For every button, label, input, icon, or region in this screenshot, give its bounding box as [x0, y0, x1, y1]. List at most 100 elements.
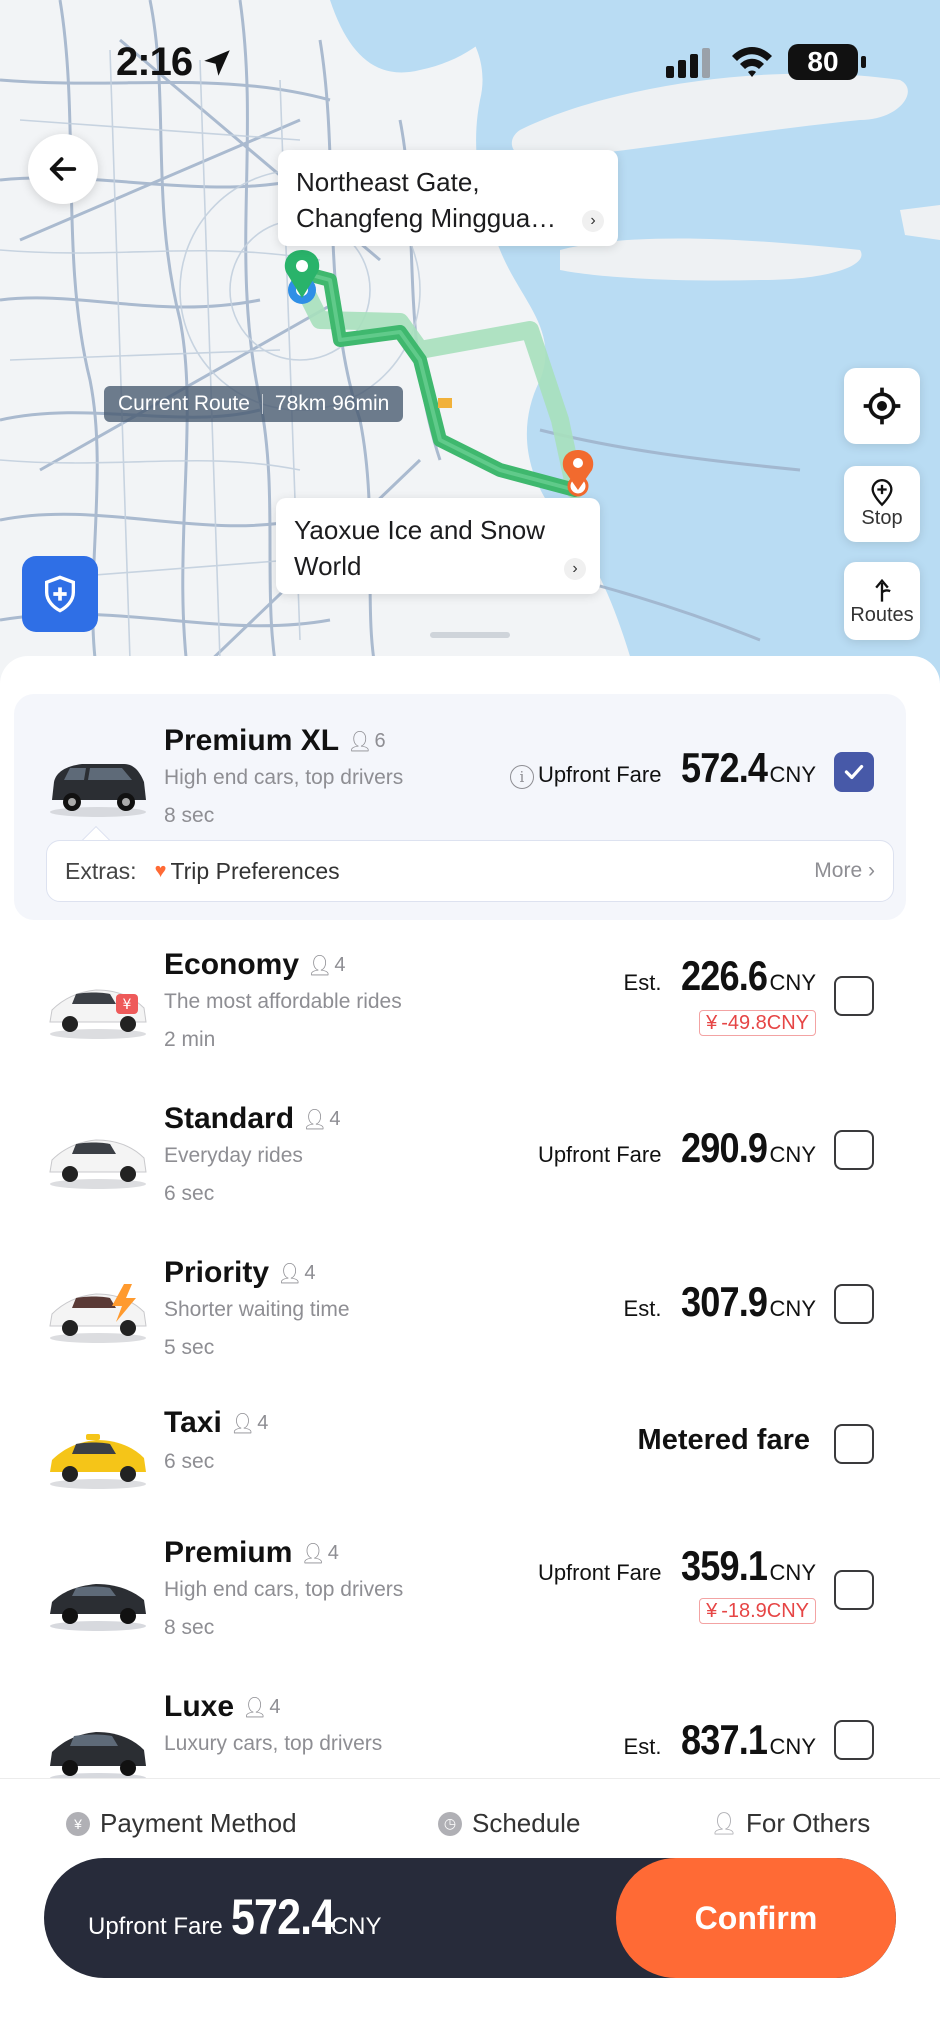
- metered-fare-label: Metered fare: [637, 1424, 810, 1456]
- ride-eta: 6 sec: [164, 1182, 215, 1205]
- confirm-button[interactable]: Confirm: [616, 1858, 896, 1978]
- add-stop-button[interactable]: Stop: [844, 466, 920, 542]
- ride-price: Est. 837.1 CNY: [624, 1716, 816, 1764]
- ride-option-premium-xl[interactable]: Premium XL 👤︎ 6 High end cars, top driver…: [0, 710, 940, 830]
- ride-name-text: Priority: [164, 1256, 270, 1289]
- price-currency: CNY: [769, 1560, 816, 1585]
- origin-callout[interactable]: Northeast Gate, Changfeng Minggua… ›: [278, 150, 618, 246]
- ride-price: Est. 226.6 CNY: [624, 952, 816, 1000]
- price-prefix: Upfront Fare: [537, 1560, 662, 1585]
- person-icon: 👤︎: [242, 1696, 268, 1719]
- ride-checkbox[interactable]: [834, 1130, 874, 1170]
- ride-eta: 6 sec: [164, 1450, 215, 1473]
- origin-label: Northeast Gate, Changfeng Minggua…: [296, 167, 557, 233]
- schedule-button[interactable]: ◷ Schedule: [438, 1808, 580, 1839]
- for-others-button[interactable]: 👤︎ For Others: [710, 1808, 871, 1839]
- ride-checkbox[interactable]: [834, 1424, 874, 1464]
- ride-name: Economy 👤︎ 4: [164, 948, 346, 982]
- ride-checkbox[interactable]: [834, 752, 874, 792]
- pin-plus-icon: [871, 478, 893, 506]
- price-currency: CNY: [769, 1142, 816, 1167]
- price-value: 290.9: [681, 1124, 768, 1171]
- price-currency: CNY: [769, 970, 816, 995]
- shield-icon: [45, 575, 75, 613]
- for-others-label: For Others: [746, 1808, 871, 1838]
- ride-price: Est. 307.9 CNY: [624, 1278, 816, 1326]
- car-luxe-icon: [50, 1732, 146, 1778]
- clock-icon: ◷: [438, 1811, 462, 1836]
- person-icon: 👤︎: [307, 954, 333, 977]
- schedule-label: Schedule: [472, 1808, 581, 1838]
- total-fare: Upfront Fare 572.4 CNY: [88, 1888, 382, 1946]
- route-detail: 78km 96min: [274, 392, 390, 415]
- route-pill[interactable]: Current Route 78km 96min: [104, 386, 404, 422]
- ride-checkbox[interactable]: [834, 1570, 874, 1610]
- extras-more-link[interactable]: More ›: [814, 859, 875, 883]
- ride-checkbox[interactable]: [834, 976, 874, 1016]
- crosshair-icon: [863, 387, 901, 425]
- ride-desc: Luxury cars, top drivers: [164, 1732, 383, 1755]
- price-prefix: Est.: [623, 970, 662, 995]
- info-icon[interactable]: i: [509, 765, 534, 789]
- seats-count: 👤︎ 6: [347, 729, 386, 754]
- ride-name: Taxi 👤︎ 4: [164, 1406, 268, 1440]
- car-priority-icon: [49, 1284, 147, 1343]
- destination-label: Yaoxue Ice and Snow World: [294, 515, 546, 581]
- ride-checkbox[interactable]: [834, 1284, 874, 1324]
- map[interactable]: 2:16 80 Northeast Gate, Changfeng Minggu…: [0, 0, 940, 690]
- price-value: 837.1: [681, 1716, 768, 1763]
- destination-callout[interactable]: Yaoxue Ice and Snow World ›: [276, 498, 600, 594]
- ride-name-text: Standard: [164, 1102, 295, 1135]
- person-icon: 👤︎: [710, 1810, 738, 1836]
- status-time: 2:16: [116, 40, 193, 84]
- booking-options-bar: ¥ Payment Method ◷ Schedule 👤︎ For Other…: [0, 1778, 940, 1868]
- ride-name: Premium XL 👤︎ 6: [164, 724, 386, 758]
- ride-price: Upfront Fare 359.1 CNY: [538, 1542, 816, 1590]
- extras-bar[interactable]: Extras: ♥ Trip Preferences More ›: [46, 840, 894, 902]
- ride-option-priority[interactable]: Priority 👤︎ 4 Shorter waiting time 5 sec …: [0, 1248, 940, 1368]
- price-value: 359.1: [681, 1542, 768, 1589]
- ride-option-standard[interactable]: Standard 👤︎ 4 Everyday rides 6 sec Upfron…: [0, 1094, 940, 1214]
- coupon-icon: ¥: [706, 1599, 718, 1622]
- ride-name-text: Luxe: [164, 1690, 235, 1723]
- location-arrow-icon: [204, 50, 230, 76]
- ride-option-taxi[interactable]: Taxi 👤︎ 4 6 sec Metered fare: [0, 1402, 940, 1522]
- seats-value: 4: [327, 1541, 339, 1564]
- ride-name-text: Economy: [164, 948, 300, 981]
- price-value: 307.9: [681, 1278, 768, 1325]
- route-label: Current Route: [118, 392, 250, 415]
- person-icon: 👤︎: [229, 1412, 256, 1435]
- back-button[interactable]: [28, 134, 98, 204]
- stop-label: Stop: [861, 506, 903, 529]
- extras-item: Trip Preferences: [170, 857, 340, 884]
- ride-desc: High end cars, top drivers: [164, 766, 404, 789]
- ride-option-economy[interactable]: ¥ Economy 👤︎ 4 The most affordable rides …: [0, 940, 940, 1060]
- safety-shield-button[interactable]: [22, 556, 98, 632]
- ride-eta: 8 sec: [164, 1616, 215, 1639]
- person-icon: 👤︎: [302, 1108, 328, 1131]
- seats-count: 👤︎ 4: [230, 1411, 269, 1436]
- ride-option-premium[interactable]: Premium 👤︎ 4 High end cars, top drivers 8…: [0, 1526, 940, 1646]
- ride-option-luxe[interactable]: Luxe 👤︎ 4 Luxury cars, top drivers Est. 8…: [0, 1680, 940, 1778]
- person-icon: 👤︎: [347, 730, 373, 753]
- price-currency: CNY: [769, 1734, 816, 1759]
- divider: [261, 394, 263, 414]
- seats-count: 👤︎ 4: [277, 1261, 316, 1286]
- payment-method-button[interactable]: ¥ Payment Method: [66, 1808, 297, 1839]
- seats-value: 4: [329, 1107, 341, 1130]
- price-currency: CNY: [769, 762, 816, 787]
- car-standard-icon: [49, 1139, 147, 1189]
- ride-name: Priority 👤︎ 4: [164, 1256, 316, 1290]
- locate-me-button[interactable]: [844, 368, 920, 444]
- ride-checkbox[interactable]: [834, 1720, 874, 1760]
- sheet-grabber[interactable]: [430, 632, 510, 638]
- ride-name: Premium 👤︎ 4: [164, 1536, 339, 1570]
- person-icon: 👤︎: [300, 1542, 326, 1565]
- price-currency: CNY: [769, 1296, 816, 1321]
- ride-price: Metered fare: [638, 1424, 816, 1457]
- ride-price: Upfront Fare 290.9 CNY: [538, 1124, 816, 1172]
- ride-desc: High end cars, top drivers: [164, 1578, 404, 1601]
- ride-name-text: Taxi: [164, 1406, 222, 1439]
- routes-button[interactable]: Routes: [844, 562, 920, 640]
- ride-desc: Shorter waiting time: [164, 1298, 350, 1321]
